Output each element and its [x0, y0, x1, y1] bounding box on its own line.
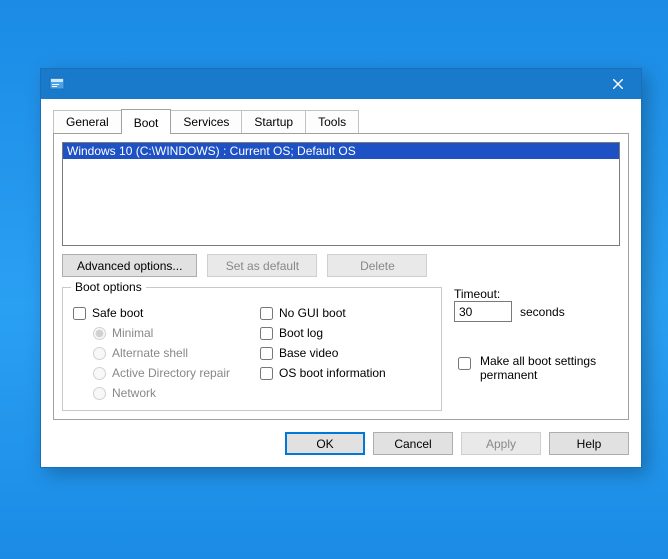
radio-minimal-input: [93, 327, 106, 340]
radio-ad-repair-label: Active Directory repair: [112, 366, 230, 380]
boot-options-col2: No GUI boot Boot log Base video OS: [260, 306, 431, 400]
safe-boot-label: Safe boot: [92, 306, 143, 320]
make-permanent-input[interactable]: [458, 357, 471, 370]
no-gui-label: No GUI boot: [279, 306, 346, 320]
boot-options-col1: Safe boot Minimal Alternate shell: [73, 306, 244, 400]
dialog-buttons: OK Cancel Apply Help: [53, 432, 629, 455]
radio-ad-repair-input: [93, 367, 106, 380]
radio-network: Network: [93, 386, 244, 400]
lower-section: Boot options Safe boot Minimal: [62, 287, 620, 411]
base-video-input[interactable]: [260, 347, 273, 360]
make-permanent-label: Make all boot settings permanent: [480, 354, 620, 382]
radio-network-input: [93, 387, 106, 400]
app-icon: [49, 76, 65, 92]
tab-services[interactable]: Services: [170, 110, 242, 133]
help-button[interactable]: Help: [549, 432, 629, 455]
radio-ad-repair: Active Directory repair: [93, 366, 244, 380]
right-column: Timeout: seconds Make all boot settings …: [454, 287, 620, 411]
no-gui-checkbox[interactable]: No GUI boot: [260, 306, 431, 320]
timeout-input[interactable]: [454, 301, 512, 322]
ok-button[interactable]: OK: [285, 432, 365, 455]
make-permanent-checkbox[interactable]: Make all boot settings permanent: [454, 354, 620, 382]
boot-log-input[interactable]: [260, 327, 273, 340]
titlebar[interactable]: [41, 69, 641, 99]
no-gui-input[interactable]: [260, 307, 273, 320]
os-info-checkbox[interactable]: OS boot information: [260, 366, 431, 380]
os-info-input[interactable]: [260, 367, 273, 380]
tab-strip: General Boot Services Startup Tools: [53, 109, 629, 133]
radio-alt-shell-label: Alternate shell: [112, 346, 188, 360]
boot-entry[interactable]: Windows 10 (C:\WINDOWS) : Current OS; De…: [63, 143, 619, 159]
boot-entries-list[interactable]: Windows 10 (C:\WINDOWS) : Current OS; De…: [62, 142, 620, 246]
delete-button: Delete: [327, 254, 427, 277]
boot-log-label: Boot log: [279, 326, 323, 340]
radio-minimal: Minimal: [93, 326, 244, 340]
safe-boot-radios: Minimal Alternate shell Active Directory…: [93, 326, 244, 400]
set-default-button: Set as default: [207, 254, 317, 277]
apply-button: Apply: [461, 432, 541, 455]
os-info-label: OS boot information: [279, 366, 386, 380]
base-video-label: Base video: [279, 346, 338, 360]
msconfig-window: General Boot Services Startup Tools Wind…: [40, 68, 642, 468]
boot-options-group: Boot options Safe boot Minimal: [62, 287, 442, 411]
radio-alt-shell: Alternate shell: [93, 346, 244, 360]
tab-tools[interactable]: Tools: [305, 110, 359, 133]
cancel-button[interactable]: Cancel: [373, 432, 453, 455]
boot-log-checkbox[interactable]: Boot log: [260, 326, 431, 340]
timeout-unit: seconds: [520, 305, 565, 319]
safe-boot-checkbox[interactable]: Safe boot: [73, 306, 244, 320]
boot-options-legend: Boot options: [71, 280, 146, 294]
radio-minimal-label: Minimal: [112, 326, 153, 340]
tab-general[interactable]: General: [53, 110, 122, 133]
radio-alt-shell-input: [93, 347, 106, 360]
timeout-row: seconds: [454, 301, 620, 322]
safe-boot-input[interactable]: [73, 307, 86, 320]
boot-list-buttons: Advanced options... Set as default Delet…: [62, 254, 620, 277]
client-area: General Boot Services Startup Tools Wind…: [41, 99, 641, 467]
timeout-block: Timeout: seconds: [454, 287, 620, 322]
tab-startup[interactable]: Startup: [241, 110, 306, 133]
close-icon: [613, 79, 623, 89]
radio-network-label: Network: [112, 386, 156, 400]
timeout-label: Timeout:: [454, 287, 620, 301]
advanced-options-button[interactable]: Advanced options...: [62, 254, 197, 277]
tab-panel-boot: Windows 10 (C:\WINDOWS) : Current OS; De…: [53, 133, 629, 420]
base-video-checkbox[interactable]: Base video: [260, 346, 431, 360]
tab-boot[interactable]: Boot: [121, 109, 172, 134]
close-button[interactable]: [595, 69, 641, 99]
